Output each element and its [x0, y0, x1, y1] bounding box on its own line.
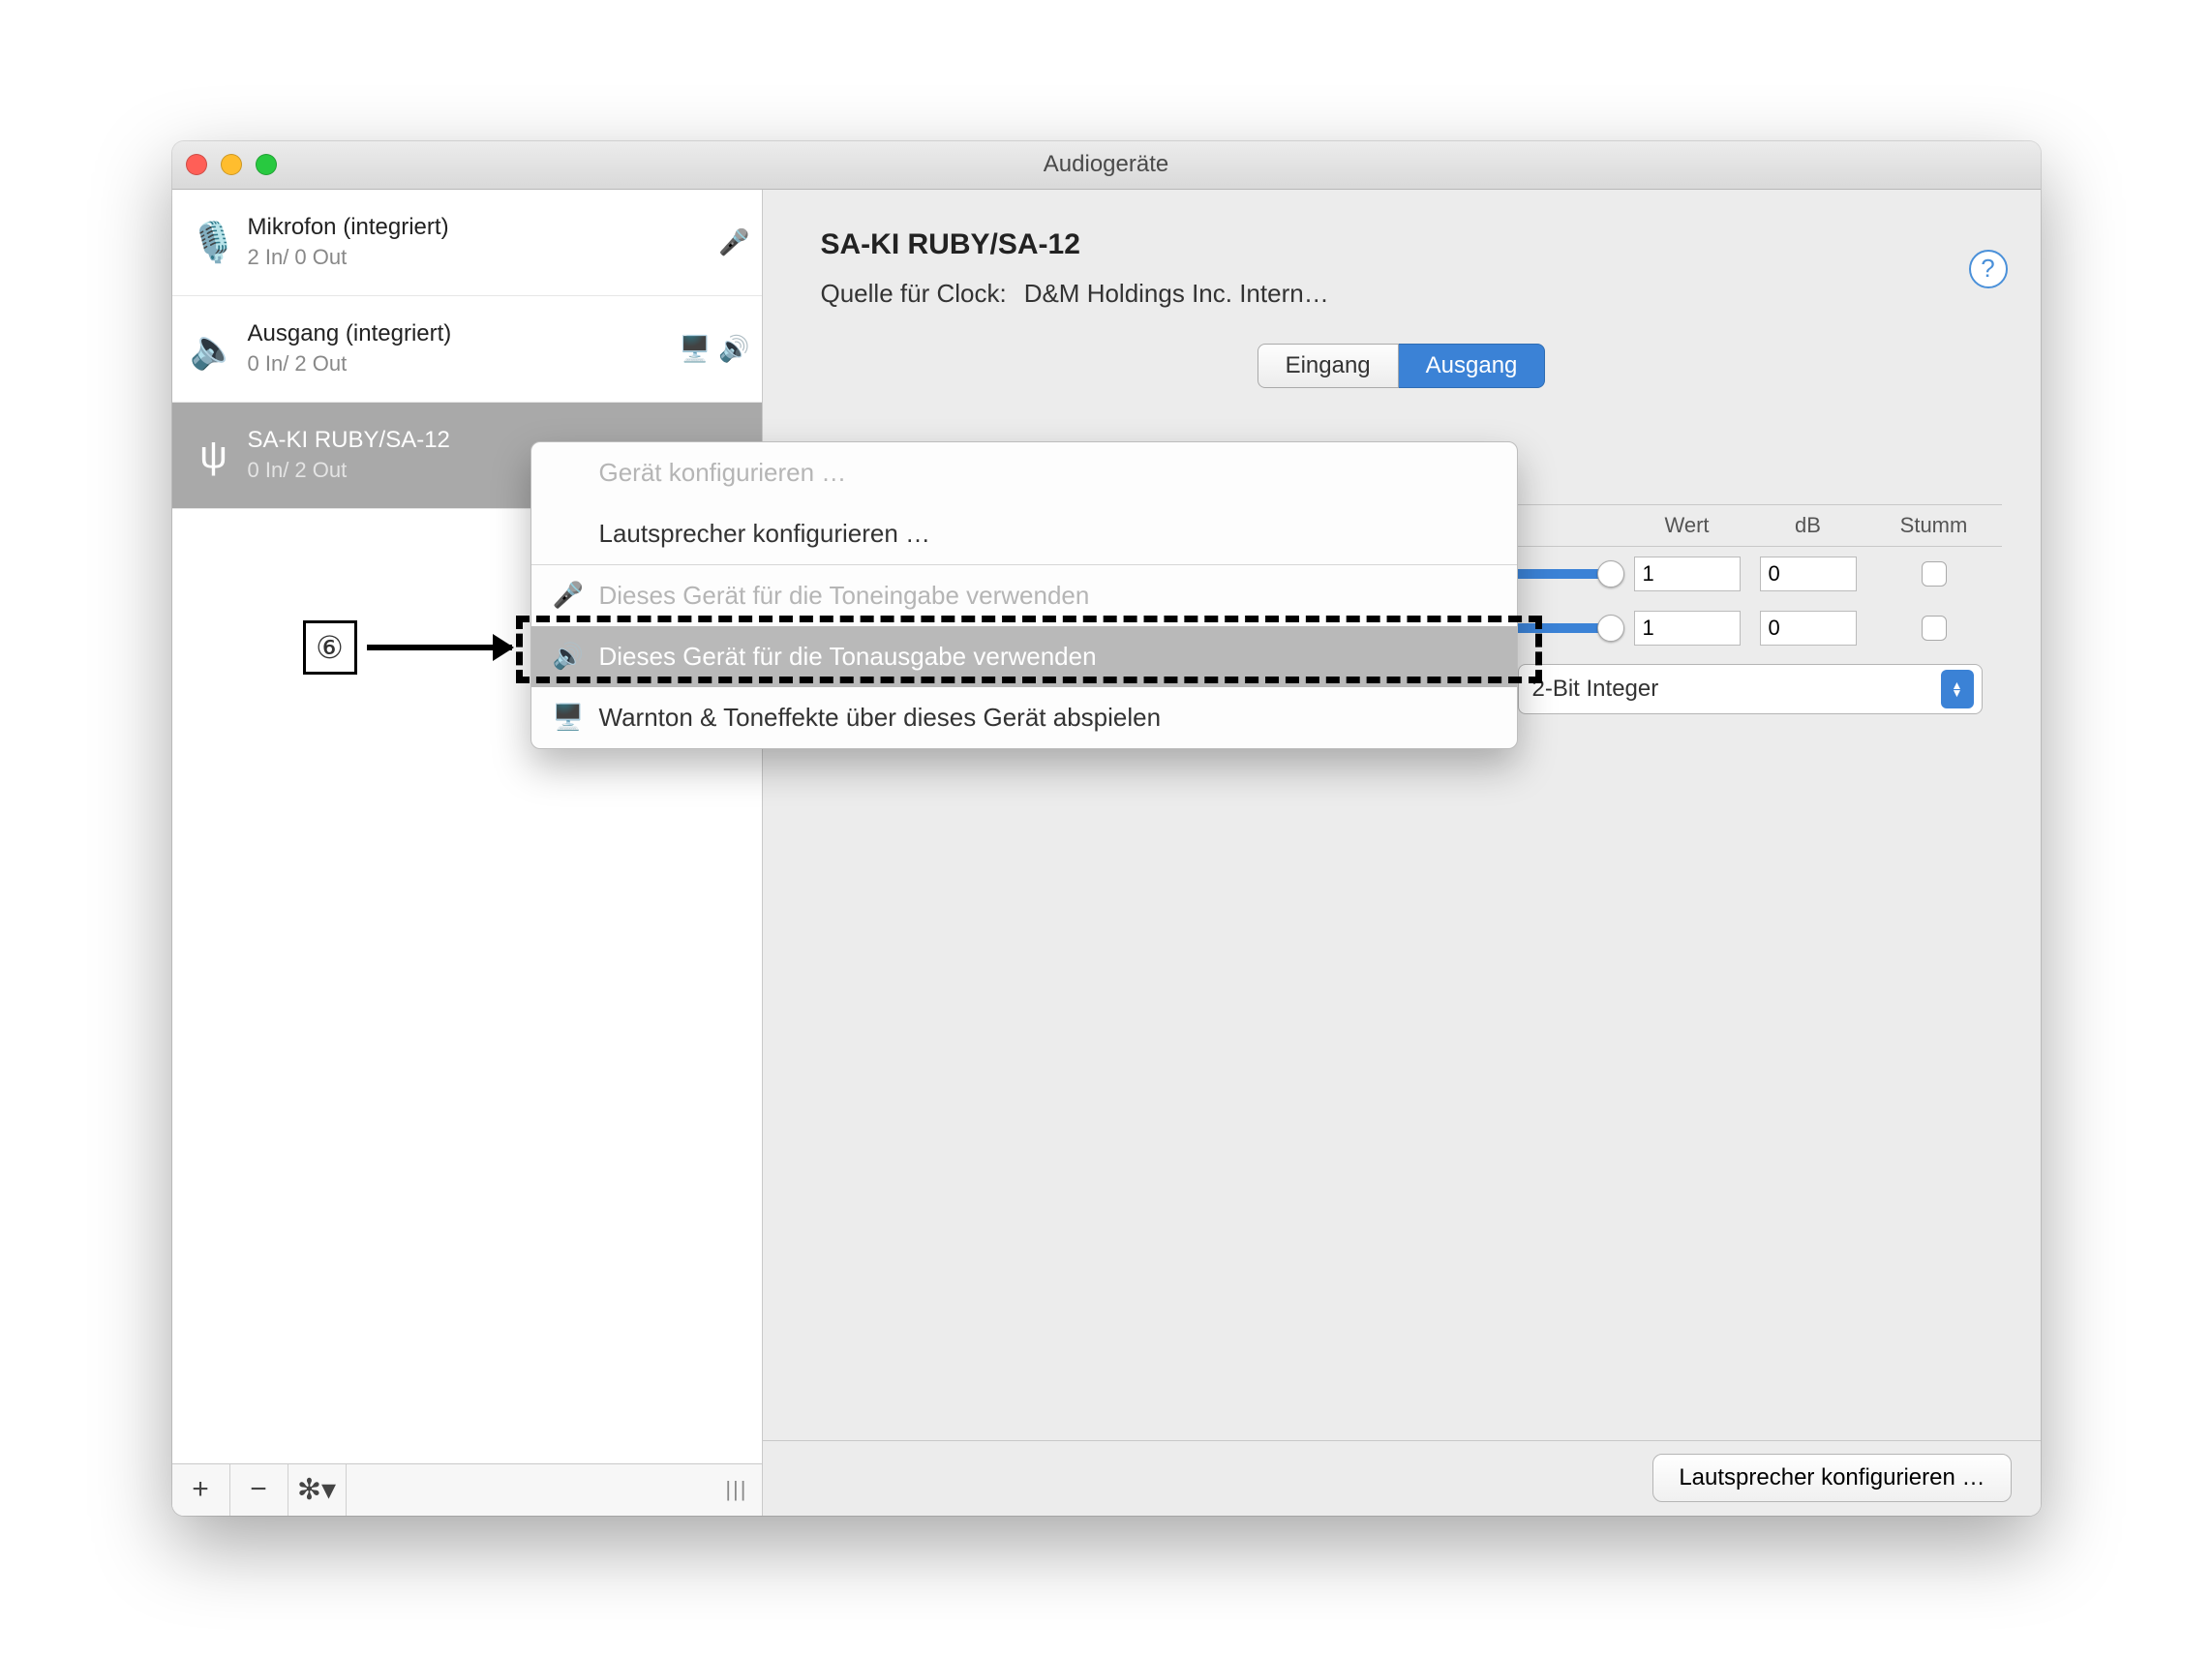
format-value: 2-Bit Integer — [1532, 676, 1659, 703]
tab-output[interactable]: Ausgang — [1399, 344, 1546, 388]
menu-label: Gerät konfigurieren … — [599, 458, 847, 487]
format-select[interactable]: 2-Bit Integer ▲▼ — [1518, 664, 1983, 714]
titlebar: Audiogeräte — [172, 141, 2041, 190]
menu-configure-speakers[interactable]: Lautsprecher konfigurieren … — [531, 503, 1517, 564]
help-button[interactable]: ? — [1969, 250, 2008, 288]
mute-checkbox[interactable] — [1922, 561, 1947, 587]
sidebar-footer: + − ✻▾ ||| — [172, 1463, 762, 1516]
slider-thumb-icon[interactable] — [1597, 615, 1624, 642]
volume-icon: 🔊 — [553, 642, 584, 672]
db-input[interactable] — [1760, 557, 1857, 591]
usb-icon: ψ — [180, 434, 248, 477]
volume-icon: 🔊 — [718, 334, 749, 364]
annotation-callout: ⑥ — [303, 620, 512, 675]
annotation-number: ⑥ — [303, 620, 357, 675]
device-list: 🎙️ Mikrofon (integriert) 2 In/ 0 Out 🎤 🔈… — [172, 190, 762, 1463]
menu-label: Warnton & Toneffekte über dieses Gerät a… — [599, 703, 1162, 732]
col-db: dB — [1750, 513, 1866, 538]
remove-button[interactable]: − — [230, 1464, 288, 1516]
menu-label: Lautsprecher konfigurieren … — [599, 519, 931, 548]
menu-configure-device[interactable]: Gerät konfigurieren … — [531, 442, 1517, 503]
mic-icon: 🎤 — [718, 227, 749, 257]
col-wert: Wert — [1624, 513, 1750, 538]
main-footer: Lautsprecher konfigurieren … — [763, 1440, 2041, 1516]
chevron-updown-icon: ▲▼ — [1941, 670, 1974, 708]
device-output[interactable]: 🔈 Ausgang (integriert) 0 In/ 2 Out 🖥️ 🔊 — [172, 296, 762, 403]
device-mic[interactable]: 🎙️ Mikrofon (integriert) 2 In/ 0 Out 🎤 — [172, 190, 762, 296]
mute-checkbox[interactable] — [1922, 616, 1947, 641]
window-title: Audiogeräte — [172, 151, 2041, 178]
device-name: Mikrofon (integriert) — [248, 214, 719, 241]
configure-speakers-button[interactable]: Lautsprecher konfigurieren … — [1652, 1454, 2011, 1502]
device-title: SA-KI RUBY/SA-12 — [821, 228, 1983, 261]
col-stumm: Stumm — [1866, 513, 2002, 538]
main-panel: SA-KI RUBY/SA-12 Quelle für Clock: D&M H… — [763, 190, 2041, 1516]
context-menu: Gerät konfigurieren … Lautsprecher konfi… — [530, 441, 1518, 749]
menu-use-for-input[interactable]: 🎤 Dieses Gerät für die Toneingabe verwen… — [531, 565, 1517, 626]
tab-input[interactable]: Eingang — [1258, 344, 1399, 388]
microphone-icon: 🎤 — [553, 581, 584, 611]
add-button[interactable]: + — [172, 1464, 230, 1516]
monitor-icon: 🖥️ — [553, 703, 584, 733]
audio-devices-window: Audiogeräte 🎙️ Mikrofon (integriert) 2 I… — [172, 141, 2041, 1516]
menu-use-for-output[interactable]: 🔊 Dieses Gerät für die Tonausgabe verwen… — [531, 626, 1517, 687]
clock-source-value[interactable]: D&M Holdings Inc. Intern… — [1024, 279, 1329, 309]
monitor-icon: 🖥️ — [680, 334, 711, 364]
device-name: Ausgang (integriert) — [248, 320, 680, 347]
slider-thumb-icon[interactable] — [1597, 560, 1624, 587]
resize-grip[interactable]: ||| — [725, 1477, 747, 1502]
menu-alerts-over-device[interactable]: 🖥️ Warnton & Toneffekte über dieses Gerä… — [531, 687, 1517, 748]
sidebar: 🎙️ Mikrofon (integriert) 2 In/ 0 Out 🎤 🔈… — [172, 190, 763, 1516]
db-input[interactable] — [1760, 611, 1857, 646]
value-input[interactable] — [1634, 611, 1741, 646]
value-input[interactable] — [1634, 557, 1741, 591]
clock-source-label: Quelle für Clock: — [821, 279, 1007, 309]
speaker-icon: 🔈 — [180, 326, 248, 372]
arrow-right-icon — [367, 645, 512, 650]
device-io: 0 In/ 2 Out — [248, 351, 680, 376]
microphone-icon: 🎙️ — [180, 220, 248, 265]
device-io: 2 In/ 0 Out — [248, 245, 719, 270]
gear-button[interactable]: ✻▾ — [288, 1464, 347, 1516]
menu-label: Dieses Gerät für die Tonausgabe verwende… — [599, 642, 1097, 671]
io-tabs: Eingang Ausgang — [763, 344, 2041, 388]
menu-label: Dieses Gerät für die Toneingabe verwende… — [599, 581, 1090, 610]
